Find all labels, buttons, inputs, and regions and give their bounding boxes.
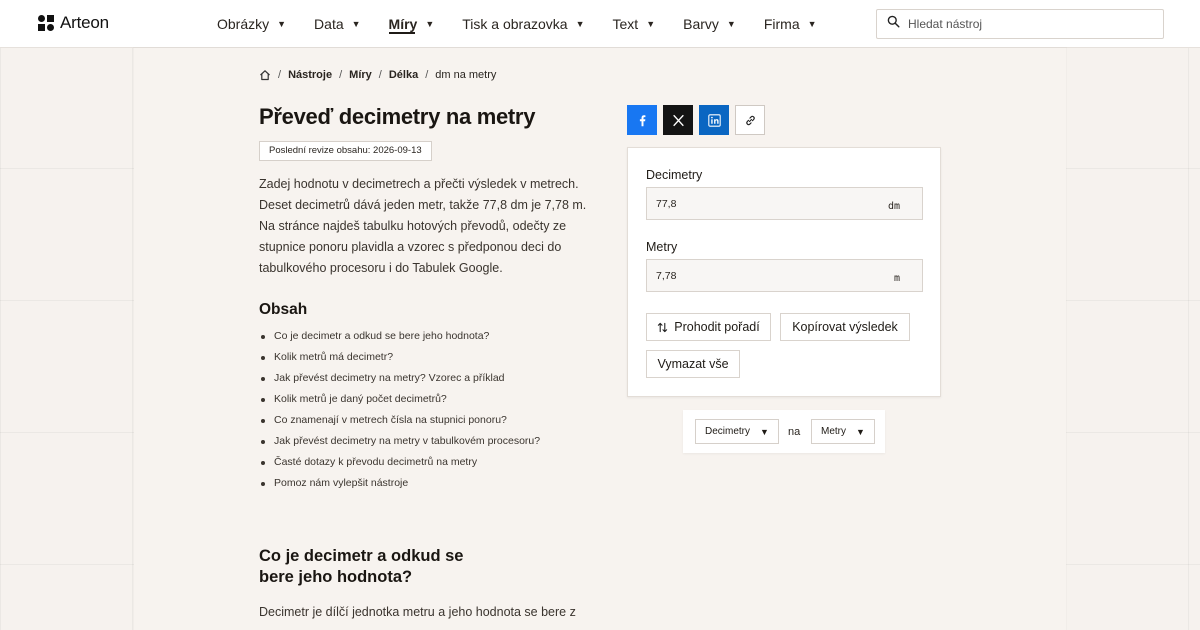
share-buttons <box>627 105 765 135</box>
nav-item-label: Text <box>612 16 639 32</box>
unit-picker: Decimetry ▼ na Metry ▼ <box>683 410 885 453</box>
share-linkedin-button[interactable] <box>699 105 729 135</box>
toc-link[interactable]: Kolik metrů má decimetr? <box>259 347 540 368</box>
table-of-contents: Co je decimetr a odkud se bere jeho hodn… <box>259 326 540 494</box>
toc-title: Obsah <box>259 301 308 318</box>
breadcrumb-separator: / <box>378 69 382 81</box>
breadcrumb-separator: / <box>425 69 429 81</box>
caret-down-icon: ▼ <box>425 19 435 29</box>
toc-link[interactable]: Časté dotazy k převodu decimetrů na metr… <box>259 452 540 473</box>
nav-item-label: Firma <box>763 16 800 32</box>
share-facebook-button[interactable] <box>627 105 657 135</box>
caret-down-icon: ▼ <box>760 426 769 437</box>
unit-connector: na <box>788 426 801 438</box>
from-unit-select-value: Decimetry <box>705 426 751 437</box>
nav-item-label: Data <box>314 16 344 32</box>
clear-all-button[interactable]: Vymazat vše <box>646 350 740 378</box>
toc-link[interactable]: Co znamenají v metrech čísla na stupnici… <box>259 410 540 431</box>
nav-item-label: Tisk a obrazovka <box>462 16 568 32</box>
nav-item-tisk-a-obrazovka[interactable]: Tisk a obrazovka ▼ <box>462 0 584 48</box>
copy-link-button[interactable] <box>735 105 765 135</box>
to-unit-label: Metry <box>646 240 678 254</box>
search-input[interactable] <box>908 17 1148 31</box>
nav-item-miry[interactable]: Míry ▼ <box>389 0 435 48</box>
caret-down-icon: ▼ <box>856 426 865 437</box>
caret-down-icon: ▼ <box>277 19 287 29</box>
share-x-button[interactable] <box>663 105 693 135</box>
toc-link[interactable]: Jak převést decimetry na metry? Vzorec a… <box>259 368 540 389</box>
brand-name: Arteon <box>60 13 109 32</box>
copy-result-button[interactable]: Kopírovat výsledek <box>780 313 910 341</box>
toc-link[interactable]: Kolik metrů je daný počet decimetrů? <box>259 389 540 410</box>
link-icon <box>744 114 757 127</box>
toc-link[interactable]: Jak převést decimetry na metry v tabulko… <box>259 431 540 452</box>
nav-item-label: Barvy <box>683 16 719 32</box>
converter-card: Decimetry dm Metry m Prohodit pořadí Kop… <box>627 147 941 397</box>
decimeters-input[interactable] <box>647 188 877 219</box>
arteon-logo-icon <box>38 15 54 31</box>
section-heading: Co je decimetr a odkud se bere jeho hodn… <box>259 547 464 586</box>
breadcrumb: / Nástroje / Míry / Délka / dm na metry <box>259 69 496 81</box>
nav-item-firma[interactable]: Firma ▼ <box>764 0 817 48</box>
facebook-icon <box>636 114 649 127</box>
search-icon <box>887 15 900 33</box>
to-unit-select-value: Metry <box>821 426 846 437</box>
breadcrumb-link[interactable]: Míry <box>349 69 372 81</box>
caret-down-icon: ▼ <box>726 19 736 29</box>
nav-item-text[interactable]: Text ▼ <box>613 0 656 48</box>
swap-arrows-icon <box>657 322 668 333</box>
breadcrumb-separator: / <box>339 69 343 81</box>
swap-order-label: Prohodit pořadí <box>674 320 760 334</box>
caret-down-icon: ▼ <box>351 19 361 29</box>
toc-link[interactable]: Co je decimetr a odkud se bere jeho hodn… <box>259 326 540 347</box>
to-unit-suffix: m <box>893 273 900 284</box>
top-navigation-bar: Arteon Obrázky ▼ Data ▼ Míry ▼ Tisk a ob… <box>0 0 1200 48</box>
nav-item-label: Míry <box>388 16 418 32</box>
breadcrumb-separator: / <box>278 69 282 81</box>
breadcrumb-link[interactable]: Nástroje <box>288 69 332 81</box>
nav-item-data[interactable]: Data ▼ <box>314 0 361 48</box>
intro-text: Zadej hodnotu v decimetrech a přečti výs… <box>259 177 587 275</box>
section-paragraph: Decimetr je dílčí jednotka metru a jeho … <box>259 605 576 619</box>
linkedin-icon <box>707 113 721 127</box>
from-unit-label: Decimetry <box>646 168 703 182</box>
brand-logo[interactable]: Arteon <box>38 13 109 33</box>
to-value-field[interactable]: m <box>646 259 923 292</box>
toc-link[interactable]: Pomoz nám vylepšit nástroje <box>259 473 540 494</box>
page-title: Převeď decimetry na metry <box>259 104 536 129</box>
breadcrumb-current: dm na metry <box>435 69 497 81</box>
nav-item-obrazky[interactable]: Obrázky ▼ <box>217 0 286 48</box>
x-icon <box>672 114 685 127</box>
revision-badge: Poslední revize obsahu: 2026-09-13 <box>259 141 432 161</box>
meters-input[interactable] <box>647 260 877 291</box>
home-icon[interactable] <box>259 69 271 81</box>
swap-order-button[interactable]: Prohodit pořadí <box>646 313 771 341</box>
nav-item-barvy[interactable]: Barvy ▼ <box>683 0 736 48</box>
caret-down-icon: ▼ <box>575 19 585 29</box>
breadcrumb-link[interactable]: Délka <box>389 69 418 81</box>
main-nav: Obrázky ▼ Data ▼ Míry ▼ Tisk a obrazovka… <box>217 0 845 48</box>
nav-item-label: Obrázky <box>217 16 270 32</box>
search-box[interactable] <box>876 9 1164 39</box>
caret-down-icon: ▼ <box>807 19 817 29</box>
from-unit-suffix: dm <box>887 201 900 212</box>
from-unit-select[interactable]: Decimetry ▼ <box>695 419 779 444</box>
from-value-field[interactable]: dm <box>646 187 923 220</box>
caret-down-icon: ▼ <box>646 19 656 29</box>
to-unit-select[interactable]: Metry ▼ <box>811 419 875 444</box>
